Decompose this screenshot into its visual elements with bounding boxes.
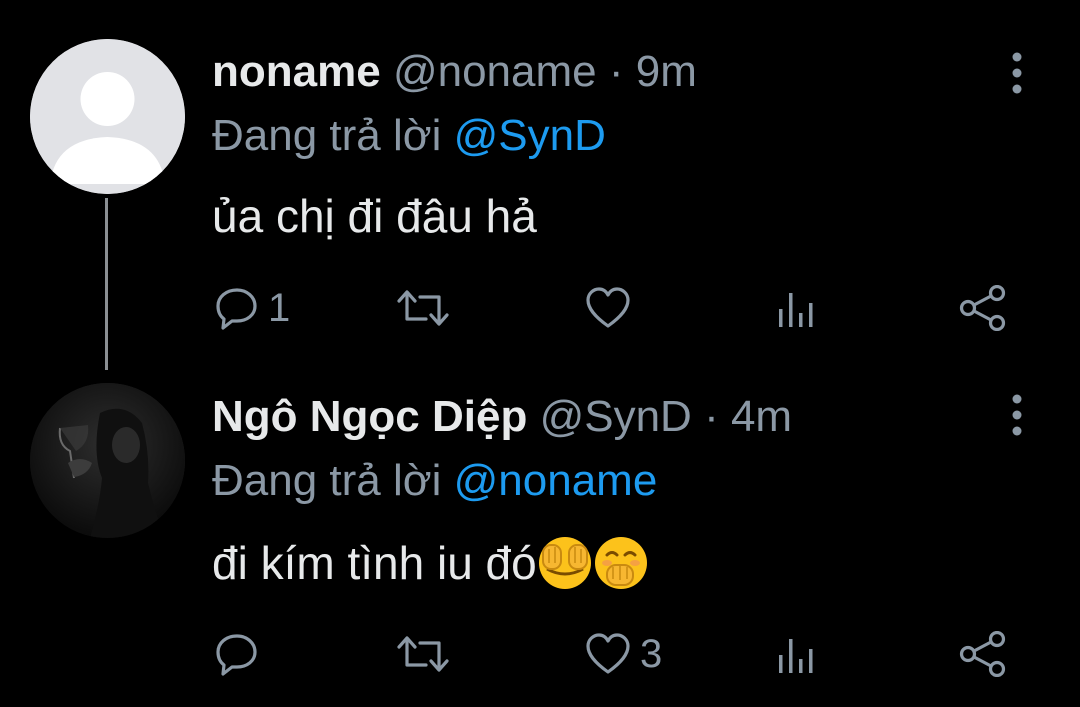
like-button[interactable]: 3 [584, 624, 662, 684]
tweet-header: noname @noname · 9m [212, 46, 697, 98]
avatar[interactable] [30, 383, 185, 538]
separator: · [608, 47, 624, 96]
display-name[interactable]: Ngô Ngọc Diệp [212, 392, 527, 441]
face-with-hands-over-eyes-icon [538, 537, 591, 589]
tweet-text: đi kím tình iu đó [212, 535, 649, 591]
share-button[interactable] [958, 278, 1008, 338]
more-vertical-icon [1012, 394, 1022, 436]
share-icon [959, 631, 1006, 677]
stats-button[interactable] [774, 278, 820, 338]
more-button[interactable] [1005, 392, 1029, 438]
timestamp[interactable]: 4m [731, 392, 792, 441]
heart-icon [586, 633, 630, 674]
separator: · [704, 392, 719, 441]
handle[interactable]: @noname [393, 47, 597, 96]
share-icon [959, 285, 1006, 331]
more-button[interactable] [1005, 50, 1029, 96]
tweet-header: Ngô Ngọc Diệp @SynD · 4m [212, 391, 792, 443]
reply-count: 1 [268, 286, 291, 330]
replying-to-label: Đang trả lời [212, 456, 442, 505]
heart-icon [586, 287, 630, 328]
like-count: 3 [640, 632, 663, 676]
tweet-actions: 1 [0, 278, 1080, 338]
tweet-text-content: ủa chị đi đâu hả [212, 190, 537, 242]
replying-to: Đang trả lời @SynD [212, 110, 606, 162]
profile-photo [30, 383, 185, 538]
tweet[interactable]: Ngô Ngọc Diệp @SynD · 4m Đang trả lời @n… [0, 360, 1080, 707]
mention-link[interactable]: @SynD [454, 111, 606, 160]
display-name[interactable]: noname [212, 47, 381, 96]
replying-to: Đang trả lời @noname [212, 455, 657, 507]
more-vertical-icon [1012, 52, 1022, 94]
reply-button[interactable]: 1 [214, 278, 290, 338]
timestamp[interactable]: 9m [636, 47, 697, 96]
mention-link[interactable]: @noname [454, 456, 658, 505]
retweet-icon [397, 636, 449, 672]
retweet-icon [397, 290, 449, 326]
face-with-hand-over-mouth-icon [594, 537, 647, 589]
stats-icon [779, 639, 813, 673]
tweet-actions: 3 [0, 624, 1080, 684]
default-avatar-icon [30, 39, 185, 194]
share-button[interactable] [958, 624, 1008, 684]
reply-icon [216, 288, 257, 330]
reply-icon [216, 634, 257, 676]
replying-to-label: Đang trả lời [212, 111, 442, 160]
avatar[interactable] [30, 39, 185, 194]
tweet[interactable]: noname @noname · 9m Đang trả lời @SynD ủ… [0, 0, 1080, 360]
like-button[interactable] [584, 278, 632, 338]
stats-button[interactable] [774, 624, 820, 684]
tweet-text: ủa chị đi đâu hả [212, 188, 537, 244]
handle[interactable]: @SynD [540, 392, 692, 441]
stats-icon [779, 293, 813, 327]
retweet-button[interactable] [396, 624, 450, 684]
reply-button[interactable] [214, 624, 268, 684]
retweet-button[interactable] [396, 278, 450, 338]
tweet-text-content: đi kím tình iu đó [212, 537, 537, 589]
